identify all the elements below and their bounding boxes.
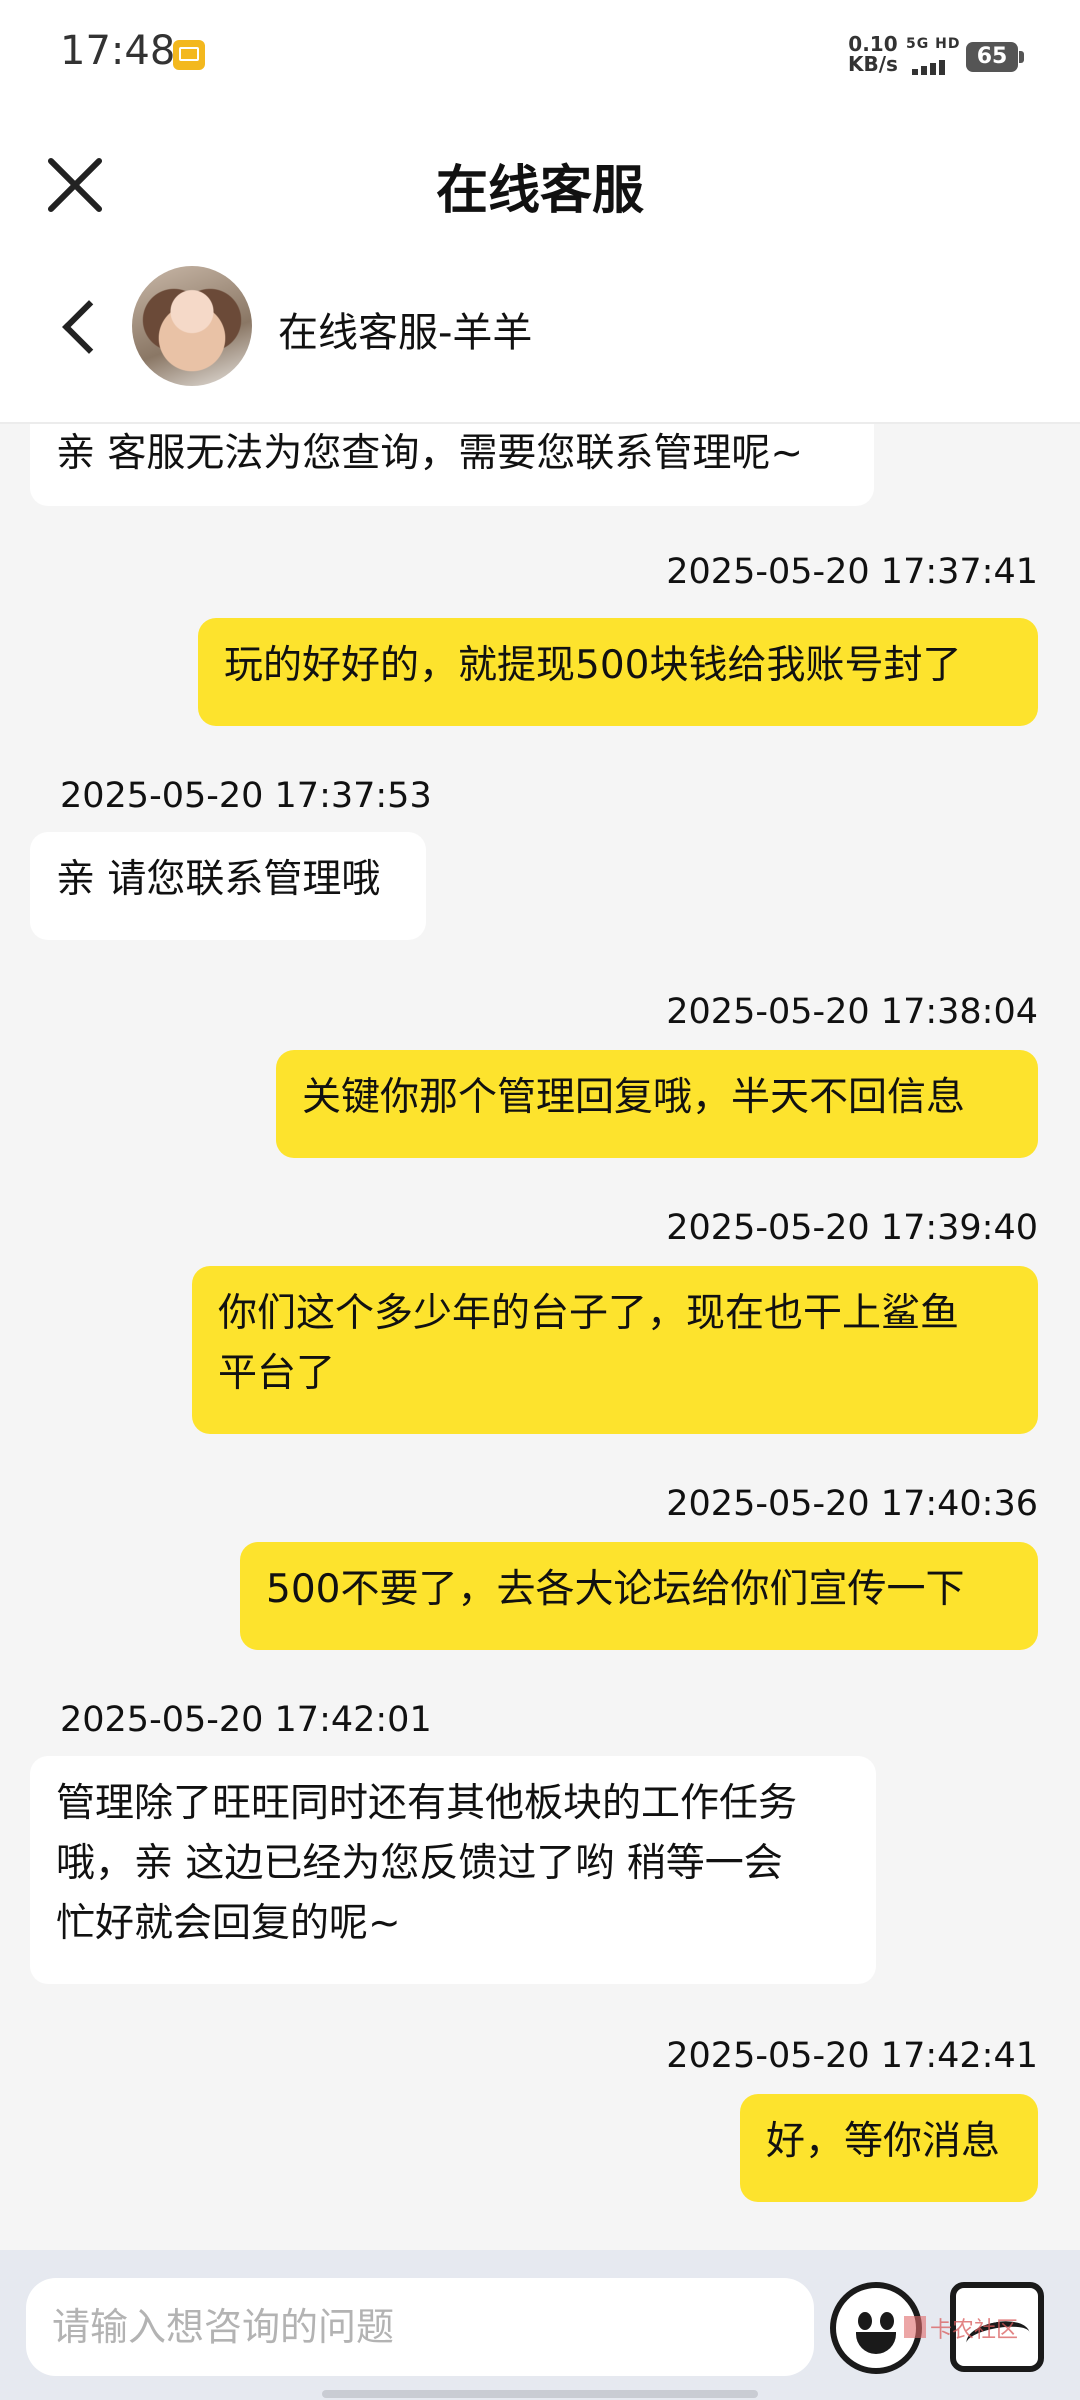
message-line: 忙好就会回复的呢~ [56,1901,401,1946]
message-timestamp: 2025-05-20 17:42:01 [60,1700,432,1740]
incoming-message[interactable]: 亲 客服无法为您查询，需要您联系管理呢~ [30,424,874,506]
message-input[interactable]: 请输入想咨询的问题 [26,2278,814,2376]
page-title: 在线客服 [435,161,644,221]
network-speed: 0.10 KB/s [848,34,898,74]
smiley-eye [858,2312,872,2330]
agent-avatar[interactable] [132,266,252,386]
message-line: 平台了 [218,1351,336,1396]
message-timestamp: 2025-05-20 17:40:36 [666,1484,1038,1524]
message-timestamp: 2025-05-20 17:37:41 [666,552,1038,592]
mail-notification-icon [173,40,205,70]
outgoing-message[interactable]: 你们这个多少年的台子了，现在也干上鲨鱼 平台了 [192,1266,1038,1434]
message-timestamp: 2025-05-20 17:37:53 [60,776,432,816]
message-timestamp: 2025-05-20 17:42:41 [666,2036,1038,2076]
status-time: 17:48 [60,28,176,74]
agent-name: 在线客服-羊羊 [278,310,533,356]
message-line: 你们这个多少年的台子了，现在也干上鲨鱼 [218,1291,960,1336]
network-type: 5G HD [906,36,961,52]
smiley-mouth [856,2332,896,2354]
network-speed-unit: KB/s [848,52,898,76]
outgoing-message[interactable]: 好，等你消息 [740,2094,1038,2202]
incoming-message[interactable]: 管理除了旺旺同时还有其他板块的工作任务 哦，亲 这边已经为您反馈过了哟 稍等一会… [30,1756,876,1984]
message-line: 管理除了旺旺同时还有其他板块的工作任务 [56,1781,798,1826]
signal-icon [912,56,948,75]
chevron-left-icon[interactable] [56,290,106,360]
watermark: 卡农社区 [930,2318,1019,2343]
outgoing-message[interactable]: 玩的好好的，就提现500块钱给我账号封了 [198,618,1038,726]
status-bar: 17:48 0.10 KB/s 5G HD 65 [0,0,1080,110]
watermark-logo [904,2316,926,2338]
input-bar: 请输入想咨询的问题 卡农社区 [0,2250,1080,2400]
smiley-eye [880,2312,894,2330]
home-indicator[interactable] [322,2390,758,2398]
incoming-message[interactable]: 亲 请您联系管理哦 [30,832,426,940]
outgoing-message[interactable]: 关键你那个管理回复哦，半天不回信息 [276,1050,1038,1158]
message-timestamp: 2025-05-20 17:38:04 [666,992,1038,1032]
battery-icon: 65 [966,42,1024,72]
chat-header: 在线客服 在线客服-羊羊 [0,110,1080,424]
outgoing-message[interactable]: 500不要了，去各大论坛给你们宣传一下 [240,1542,1038,1650]
message-line: 哦，亲 这边已经为您反馈过了哟 稍等一会 [56,1841,783,1886]
message-timestamp: 2025-05-20 17:39:40 [666,1208,1038,1248]
message-list[interactable]: 亲 客服无法为您查询，需要您联系管理呢~ 2025-05-20 17:37:41… [0,424,1080,2250]
network-speed-value: 0.10 [848,32,898,56]
